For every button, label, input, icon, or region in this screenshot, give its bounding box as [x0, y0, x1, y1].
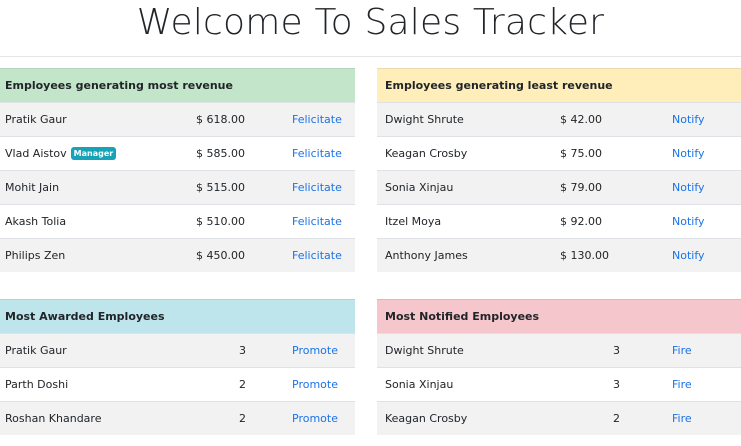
- employee-name: Mohit Jain: [5, 181, 60, 194]
- fire-link[interactable]: Fire: [672, 378, 692, 391]
- table-row: Roshan Khandare 2 Promote: [0, 401, 355, 435]
- role-badge: Manager: [70, 147, 117, 160]
- table-row: Anthony James $ 130.00 Notify: [377, 238, 741, 272]
- employee-name: Parth Doshi: [5, 378, 69, 391]
- award-count: 2: [239, 378, 246, 391]
- table-row: Dwight Shrute 3 Fire: [377, 333, 741, 367]
- notification-count: 3: [613, 344, 620, 357]
- employee-name-cell: Akash Tolia: [5, 215, 66, 228]
- page-title: Welcome To Sales Tracker: [136, 2, 605, 43]
- promote-link[interactable]: Promote: [292, 412, 338, 425]
- notify-link[interactable]: Notify: [672, 249, 705, 262]
- least-revenue-panel: Employees generating least revenue Dwigh…: [377, 68, 741, 272]
- employee-name-cell: Itzel Moya: [385, 215, 441, 228]
- notification-count: 2: [613, 412, 620, 425]
- table-row: Itzel Moya $ 92.00 Notify: [377, 204, 741, 238]
- employee-name-cell: Pratik Gaur: [5, 344, 67, 357]
- most-notified-header: Most Notified Employees: [377, 299, 741, 333]
- fire-link[interactable]: Fire: [672, 344, 692, 357]
- revenue-amount: $ 618.00: [196, 113, 245, 126]
- table-row: Sonia Xinjau $ 79.00 Notify: [377, 170, 741, 204]
- promote-link[interactable]: Promote: [292, 378, 338, 391]
- table-row: Philips Zen $ 450.00 Felicitate: [0, 238, 355, 272]
- employee-name: Philips Zen: [5, 249, 66, 262]
- employee-name-cell: Pratik Gaur: [5, 113, 67, 126]
- table-row: Pratik Gaur $ 618.00 Felicitate: [0, 102, 355, 136]
- revenue-amount: $ 450.00: [196, 249, 245, 262]
- promote-link[interactable]: Promote: [292, 344, 338, 357]
- most-awarded-panel: Most Awarded Employees Pratik Gaur 3 Promo…: [0, 299, 355, 435]
- revenue-amount: $ 42.00: [560, 113, 602, 126]
- table-row: Keagan Crosby 2 Fire: [377, 401, 741, 435]
- notification-count: 3: [613, 378, 620, 391]
- revenue-amount: $ 75.00: [560, 147, 602, 160]
- table-row: Sonia Xinjau 3 Fire: [377, 367, 741, 401]
- felicitate-link[interactable]: Felicitate: [292, 249, 342, 262]
- employee-name: Akash Tolia: [5, 215, 67, 228]
- employee-name-cell: Sonia Xinjau: [385, 378, 453, 391]
- employee-name-cell: Dwight Shrute: [385, 344, 464, 357]
- employee-name: Pratik Gaur: [5, 113, 67, 126]
- revenue-amount: $ 92.00: [560, 215, 602, 228]
- employee-name-cell: Philips Zen: [5, 249, 65, 262]
- table-row: Parth Doshi 2 Promote: [0, 367, 355, 401]
- table-row: Akash Tolia $ 510.00 Felicitate: [0, 204, 355, 238]
- employee-name-cell: Keagan Crosby: [385, 147, 467, 160]
- revenue-amount: $ 130.00: [560, 249, 609, 262]
- most-awarded-heading: Most Awarded Employees: [5, 310, 165, 323]
- employee-name-cell: Mohit Jain: [5, 181, 59, 194]
- revenue-amount: $ 585.00: [196, 147, 245, 160]
- table-row: Pratik Gaur 3 Promote: [0, 333, 355, 367]
- employee-name: Keagan Crosby: [385, 147, 468, 160]
- most-revenue-header: Employees generating most revenue: [0, 68, 355, 102]
- employee-name: Keagan Crosby: [385, 412, 468, 425]
- most-notified-heading: Most Notified Employees: [385, 310, 540, 323]
- revenue-amount: $ 515.00: [196, 181, 245, 194]
- employee-name-cell: Dwight Shrute: [385, 113, 464, 126]
- employee-name-cell: Anthony James: [385, 249, 468, 262]
- notify-link[interactable]: Notify: [672, 147, 705, 160]
- most-revenue-panel: Employees generating most revenue Pratik…: [0, 68, 355, 272]
- employee-name: Vlad Aistov: [5, 147, 67, 160]
- employee-name-cell: Roshan Khandare: [5, 412, 101, 425]
- notify-link[interactable]: Notify: [672, 113, 705, 126]
- felicitate-link[interactable]: Felicitate: [292, 181, 342, 194]
- employee-name: Anthony James: [385, 249, 468, 262]
- table-row: Mohit Jain $ 515.00 Felicitate: [0, 170, 355, 204]
- employee-name: Roshan Khandare: [5, 412, 102, 425]
- most-revenue-heading: Employees generating most revenue: [5, 79, 233, 92]
- employee-name: Sonia Xinjau: [385, 378, 454, 391]
- header-divider: [0, 56, 741, 57]
- most-notified-panel: Most Notified Employees Dwight Shrute 3 Fi…: [377, 299, 741, 435]
- most-awarded-header: Most Awarded Employees: [0, 299, 355, 333]
- notify-link[interactable]: Notify: [672, 215, 705, 228]
- table-row: Keagan Crosby $ 75.00 Notify: [377, 136, 741, 170]
- employee-name-cell: Sonia Xinjau: [385, 181, 453, 194]
- revenue-amount: $ 79.00: [560, 181, 602, 194]
- notify-link[interactable]: Notify: [672, 181, 705, 194]
- employee-name: Itzel Moya: [385, 215, 442, 228]
- employee-name: Dwight Shrute: [385, 113, 464, 126]
- felicitate-link[interactable]: Felicitate: [292, 215, 342, 228]
- employee-name-cell: Vlad Aistov Manager: [5, 147, 117, 160]
- least-revenue-heading: Employees generating least revenue: [385, 79, 613, 92]
- table-row: Dwight Shrute $ 42.00 Notify: [377, 102, 741, 136]
- award-count: 2: [239, 412, 246, 425]
- employee-name-cell: Parth Doshi: [5, 378, 68, 391]
- employee-name: Dwight Shrute: [385, 344, 464, 357]
- table-row: Vlad Aistov Manager $ 585.00 Felicitate: [0, 136, 355, 170]
- employee-name-cell: Keagan Crosby: [385, 412, 467, 425]
- employee-name: Sonia Xinjau: [385, 181, 454, 194]
- employee-name: Pratik Gaur: [5, 344, 67, 357]
- page: Welcome To Sales Tracker Employees gener…: [0, 0, 741, 446]
- fire-link[interactable]: Fire: [672, 412, 692, 425]
- felicitate-link[interactable]: Felicitate: [292, 147, 342, 160]
- felicitate-link[interactable]: Felicitate: [292, 113, 342, 126]
- revenue-amount: $ 510.00: [196, 215, 245, 228]
- least-revenue-header: Employees generating least revenue: [377, 68, 741, 102]
- award-count: 3: [239, 344, 246, 357]
